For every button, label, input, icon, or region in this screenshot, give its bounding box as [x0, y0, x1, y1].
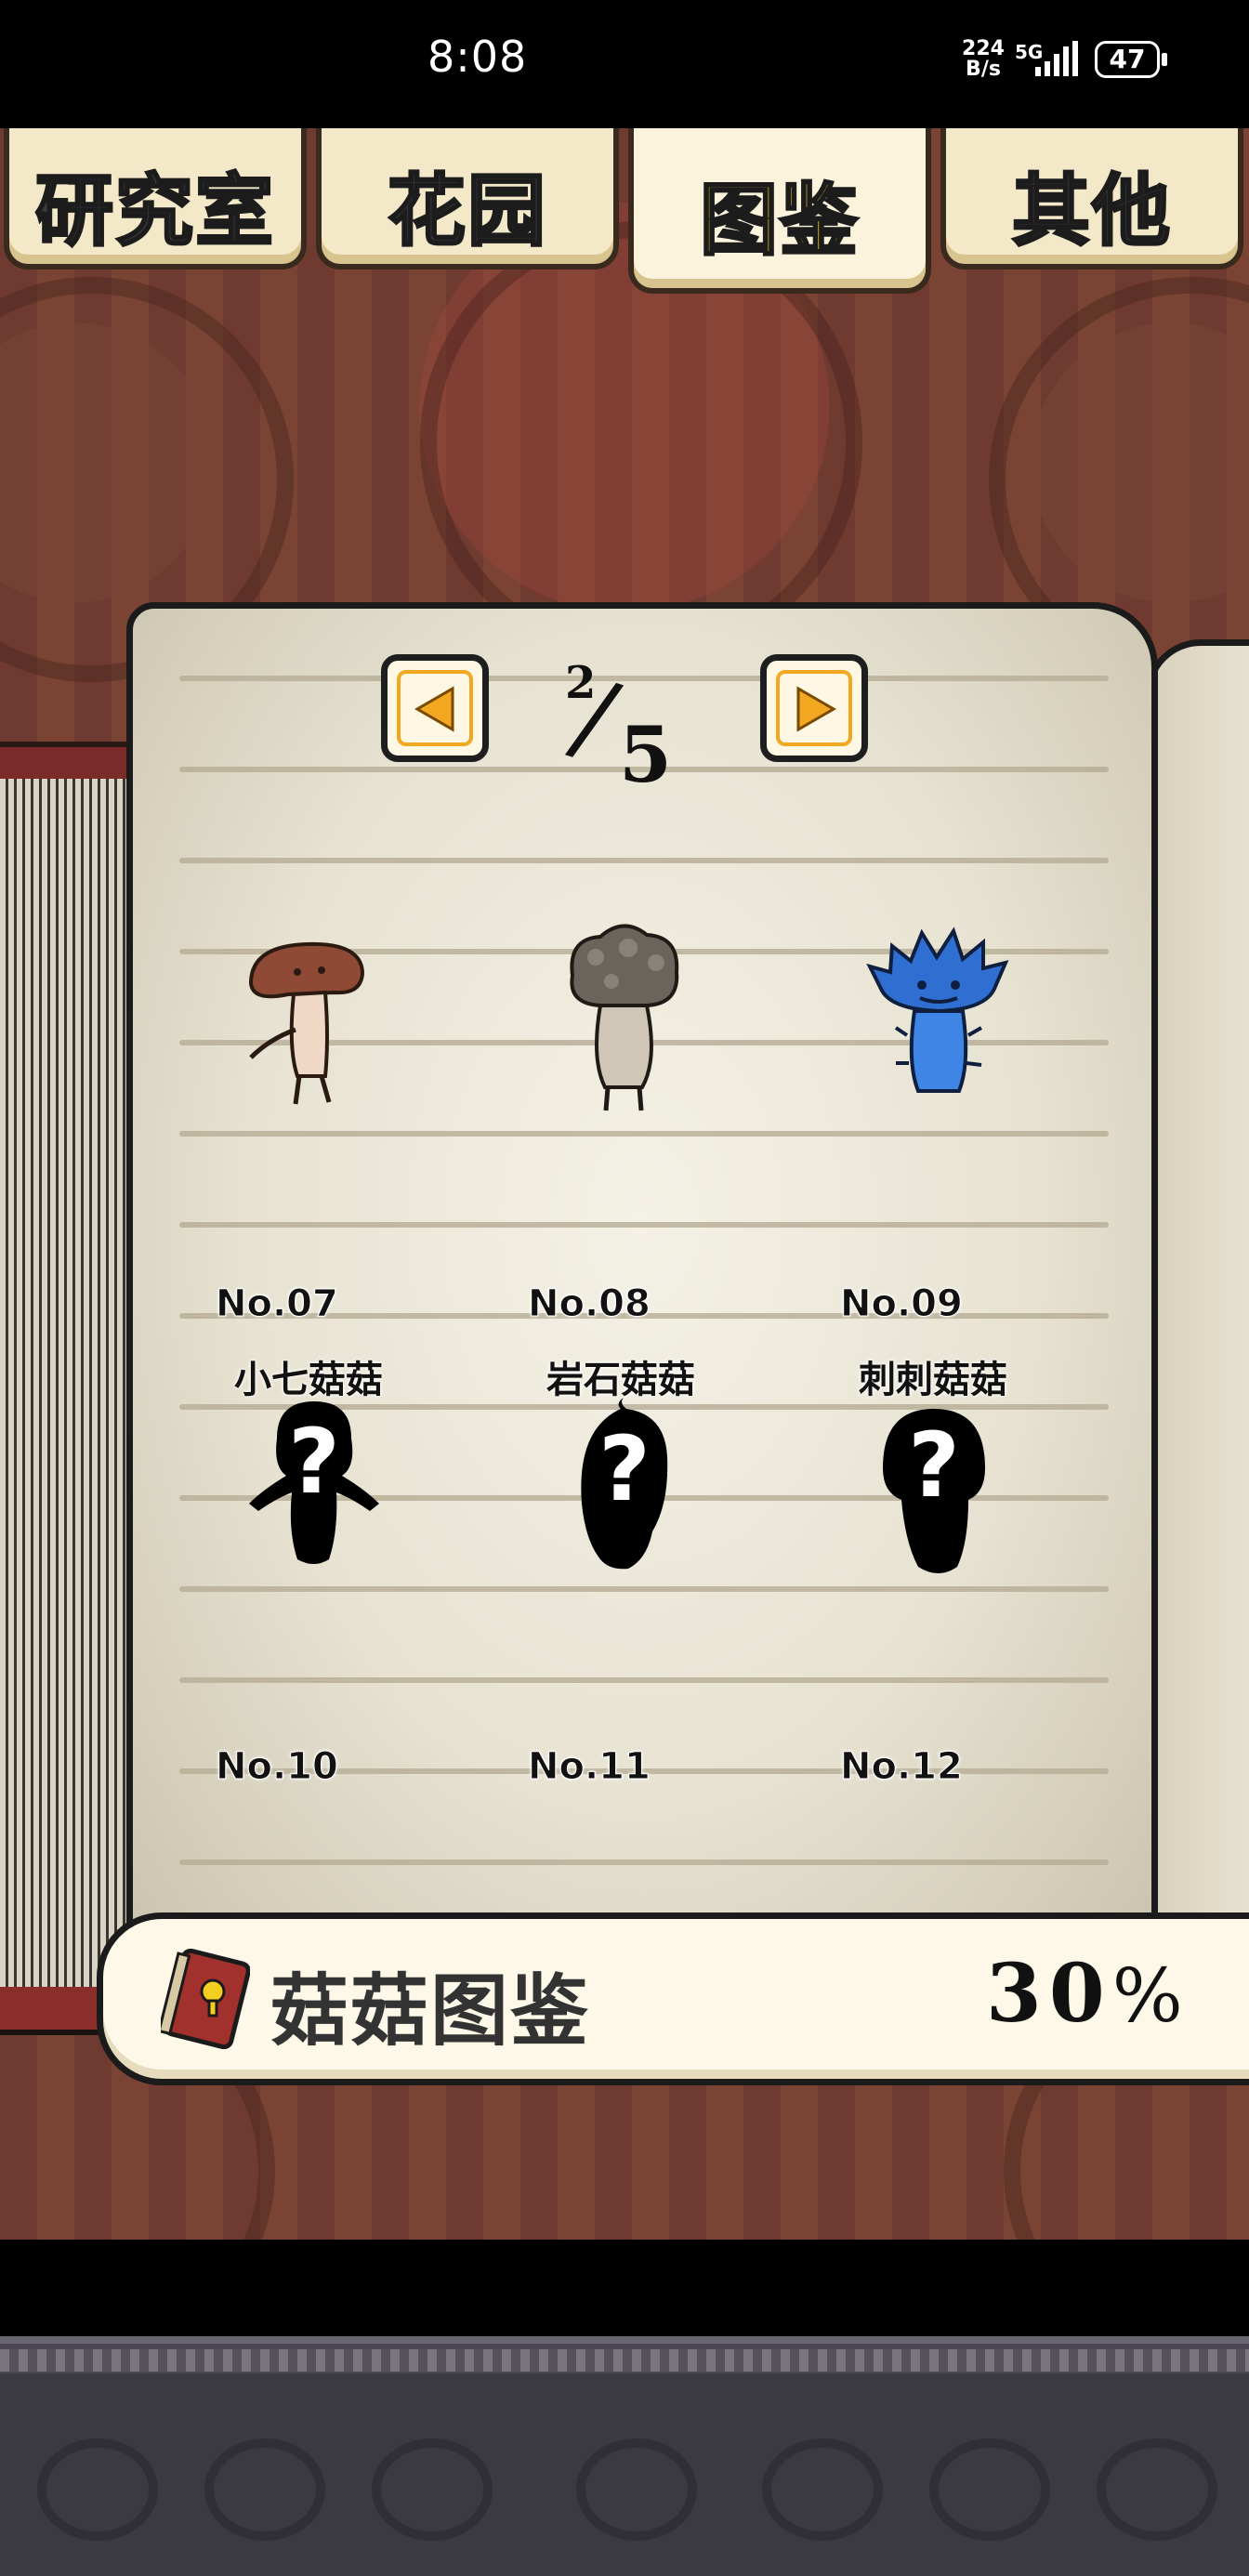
tab-other-label: 其他	[1010, 164, 1172, 258]
right-arrow-icon	[796, 686, 836, 732]
collection-progress-bar: 菇菇图鉴 30%	[97, 1912, 1249, 2085]
status-bar: 8:08 224 B/s 5G 47	[0, 0, 1249, 128]
network-type: 5G	[1015, 41, 1044, 63]
tab-other[interactable]: 其他	[940, 128, 1243, 269]
tab-garden-label: 花园	[386, 164, 547, 258]
book-icon	[161, 1948, 250, 2049]
mushroom-number: No.07	[216, 1282, 339, 1326]
page-indicator: 2 / 5	[558, 653, 688, 800]
collection-percent-value: 30	[986, 1947, 1112, 2041]
unknown-mushroom-12-icon[interactable]: ?	[864, 1403, 1004, 1589]
book-page-stack	[0, 779, 136, 1987]
previous-page-button[interactable]	[381, 654, 489, 762]
tab-lab[interactable]: 研究室	[4, 128, 307, 269]
game-screen: 研究室 花园 图鉴 其他 2 / 5 No.07 小七菇菇 No.08 岩石菇菇…	[0, 128, 1249, 2240]
status-time: 8:08	[427, 32, 528, 82]
mushroom-number: No.12	[840, 1745, 964, 1789]
tab-lab-label: 研究室	[33, 164, 275, 258]
unknown-mushroom-11-icon[interactable]: ?	[554, 1392, 693, 1587]
tab-encyclopedia-label: 图鉴	[698, 174, 860, 268]
mushroom-number: No.11	[528, 1745, 651, 1789]
bottom-decoration	[0, 2336, 1249, 2576]
mushroom-name: 刺刺菇菇	[859, 1359, 1007, 1401]
battery-level: 47	[1109, 44, 1146, 74]
network-speed: 224 B/s	[955, 39, 1011, 80]
mushroom-number: No.09	[840, 1282, 964, 1326]
collection-percent: 30%	[986, 1947, 1190, 2041]
book-right-page	[1145, 639, 1249, 1978]
unknown-mushroom-10-icon[interactable]: ?	[240, 1401, 388, 1587]
svg-text:?: ?	[598, 1417, 651, 1521]
signal-icon: 5G	[1015, 41, 1082, 78]
svg-text:?: ?	[908, 1413, 960, 1518]
mushroom-number: No.10	[216, 1745, 339, 1789]
network-speed-value: 224	[962, 37, 1005, 60]
mushroom-name: 小七菇菇	[234, 1359, 383, 1401]
network-speed-unit: B/s	[966, 58, 1001, 81]
mushroom-09-icon[interactable]	[864, 924, 1013, 1110]
tab-encyclopedia[interactable]: 图鉴	[628, 128, 931, 294]
collection-label: 菇菇图鉴	[270, 1965, 591, 2057]
next-page-button[interactable]	[760, 654, 868, 762]
mushroom-number: No.08	[528, 1282, 651, 1326]
left-arrow-icon	[414, 686, 454, 732]
collection-percent-sign: %	[1111, 1952, 1190, 2039]
page-total: 5	[619, 711, 673, 800]
mushroom-07-icon[interactable]	[232, 927, 381, 1113]
battery-icon: 47	[1095, 41, 1171, 78]
svg-text:?: ?	[288, 1410, 340, 1514]
mushroom-08-icon[interactable]	[554, 920, 693, 1115]
tab-garden[interactable]: 花园	[316, 128, 619, 269]
